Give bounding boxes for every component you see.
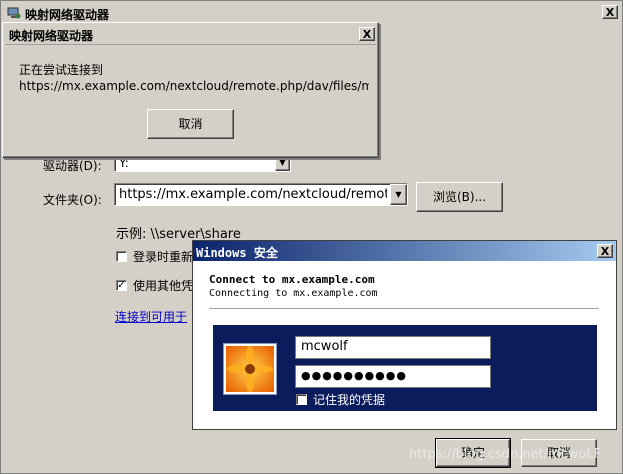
network-drive-icon xyxy=(7,7,21,19)
drive-value: Y: xyxy=(119,156,129,170)
connecting-cancel-button[interactable]: 取消 xyxy=(147,109,234,139)
remember-label: 记住我的凭据 xyxy=(313,393,386,407)
connecting-close-button[interactable]: X xyxy=(359,27,375,41)
username-input[interactable]: mcwolf xyxy=(295,336,491,359)
remember-checkbox[interactable] xyxy=(296,394,307,405)
flower-avatar-icon xyxy=(226,346,274,392)
security-title-suffix: 安全 xyxy=(253,246,278,260)
main-close-button[interactable]: X xyxy=(602,5,618,19)
other-credentials-label: 使用其他凭 xyxy=(133,279,194,293)
chevron-down-icon[interactable]: ▼ xyxy=(390,184,407,205)
security-title: Windows 安全 xyxy=(196,244,278,261)
drive-label: 驱动器(D): xyxy=(43,159,102,173)
folder-input[interactable]: https://mx.example.com/nextcloud/remote.… xyxy=(114,183,408,206)
reconnect-label: 登录时重新 xyxy=(133,250,194,264)
main-titlebar: 映射网络驱动器 X xyxy=(3,3,620,22)
connecting-status: 正在尝试连接到 xyxy=(19,63,104,77)
folder-label: 文件夹(O): xyxy=(43,193,102,207)
connecting-url: https://mx.example.com/nextcloud/remote.… xyxy=(19,79,369,93)
password-input[interactable]: ●●●●●●●●●● xyxy=(295,365,491,388)
connecting-dialog: 映射网络驱动器 X 正在尝试连接到 https://mx.example.com… xyxy=(2,22,379,158)
windows-security-dialog: Windows 安全 X Connect to mx.example.com C… xyxy=(192,240,617,430)
connect-subtitle: Connecting to mx.example.com xyxy=(209,288,378,299)
user-avatar xyxy=(223,343,277,395)
connect-heading: Connect to mx.example.com xyxy=(209,273,375,286)
security-close-button[interactable]: X xyxy=(597,244,613,258)
separator xyxy=(209,308,599,309)
reconnect-checkbox[interactable] xyxy=(116,251,127,262)
security-title-prefix: Windows xyxy=(196,246,247,260)
connect-website-link[interactable]: 连接到可用于 xyxy=(115,308,187,325)
connecting-title: 映射网络驱动器 xyxy=(9,29,94,43)
watermark: https://blog.csdn.net/mcwoLF xyxy=(409,447,602,462)
connecting-titlebar: 映射网络驱动器 X xyxy=(5,25,376,45)
security-titlebar: Windows 安全 X xyxy=(193,241,616,261)
main-title: 映射网络驱动器 xyxy=(25,8,110,22)
folder-value: https://mx.example.com/nextcloud/remote.… xyxy=(119,187,387,202)
browse-button[interactable]: 浏览(B)... xyxy=(416,182,503,212)
other-credentials-checkbox[interactable]: ✓ xyxy=(116,280,127,291)
credential-panel: mcwolf ●●●●●●●●●● 记住我的凭据 xyxy=(213,325,597,411)
